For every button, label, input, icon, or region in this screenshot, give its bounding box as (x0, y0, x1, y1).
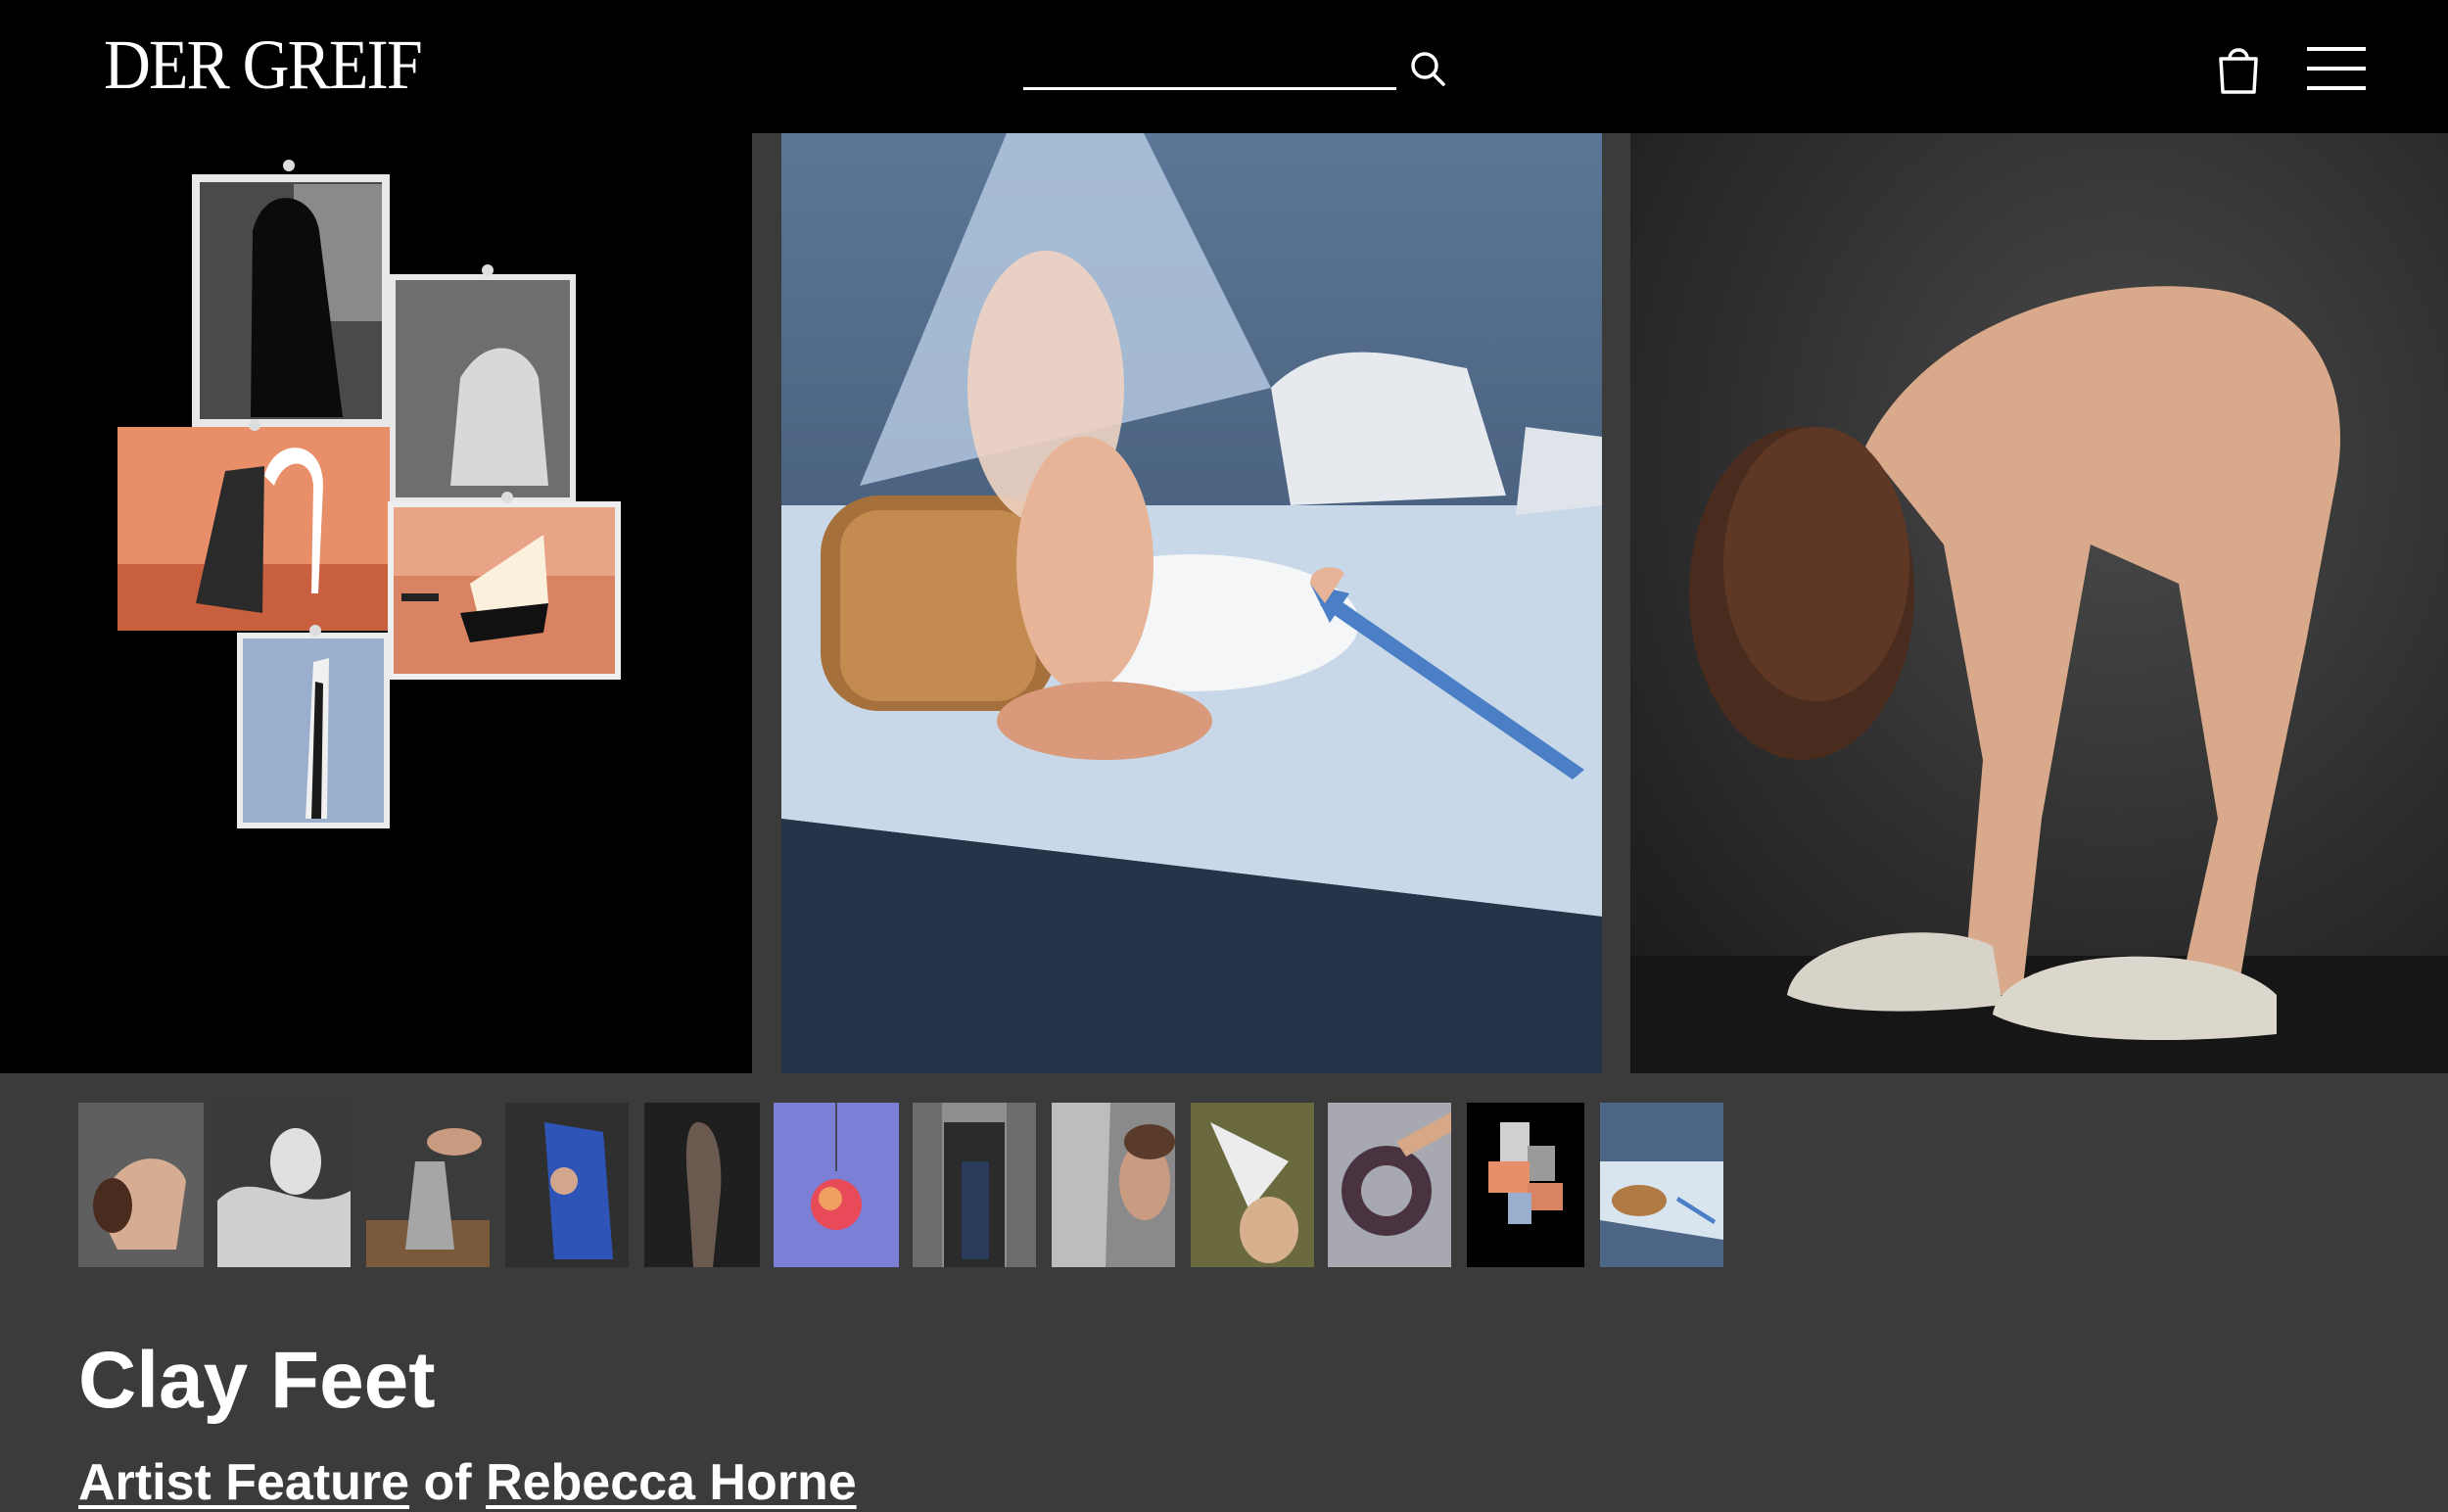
top-navigation-bar: DER GREIF (0, 0, 2448, 133)
article-byline: Artist Feature of Rebecca Horne (78, 1453, 857, 1512)
gallery-image-bread-still-life[interactable] (781, 133, 1602, 1073)
gallery-image-clay-feet-figure[interactable] (1630, 133, 2448, 1073)
thumbnail-8[interactable] (1052, 1103, 1175, 1267)
thumbnail-9[interactable] (1191, 1103, 1314, 1267)
search-underline (1023, 87, 1396, 90)
shopping-bag-icon[interactable] (2217, 41, 2260, 94)
site-logo[interactable]: DER GREIF (104, 29, 423, 100)
byline-of-text: of (409, 1454, 487, 1511)
search-icon[interactable] (1408, 49, 1447, 88)
artist-name-link[interactable]: Rebecca Horne (486, 1454, 857, 1511)
clay-feet-figure-artwork (1630, 133, 2448, 1073)
thumbnail-2[interactable] (217, 1103, 351, 1267)
thumbnail-12[interactable] (1600, 1103, 1723, 1267)
bread-still-life-artwork (781, 133, 1602, 1073)
hamburger-menu-icon[interactable] (2307, 45, 2366, 92)
thumbnail-1[interactable] (78, 1103, 204, 1267)
search-input[interactable] (1023, 43, 1400, 88)
thumbnail-5[interactable] (644, 1103, 760, 1267)
page-title: Clay Feet (78, 1336, 436, 1425)
thumbnail-11[interactable] (1467, 1103, 1584, 1267)
thumbnail-strip (0, 1103, 2448, 1267)
thumbnail-6[interactable] (774, 1103, 899, 1267)
thumbnail-4[interactable] (505, 1103, 629, 1267)
image-gallery (0, 133, 2448, 1073)
collage-artwork (0, 133, 752, 1073)
thumbnail-7[interactable] (913, 1103, 1036, 1267)
gallery-image-collage[interactable] (0, 133, 752, 1073)
thumbnail-3[interactable] (366, 1103, 490, 1267)
thumbnail-10[interactable] (1328, 1103, 1451, 1267)
artist-feature-link[interactable]: Artist Feature (78, 1454, 409, 1511)
